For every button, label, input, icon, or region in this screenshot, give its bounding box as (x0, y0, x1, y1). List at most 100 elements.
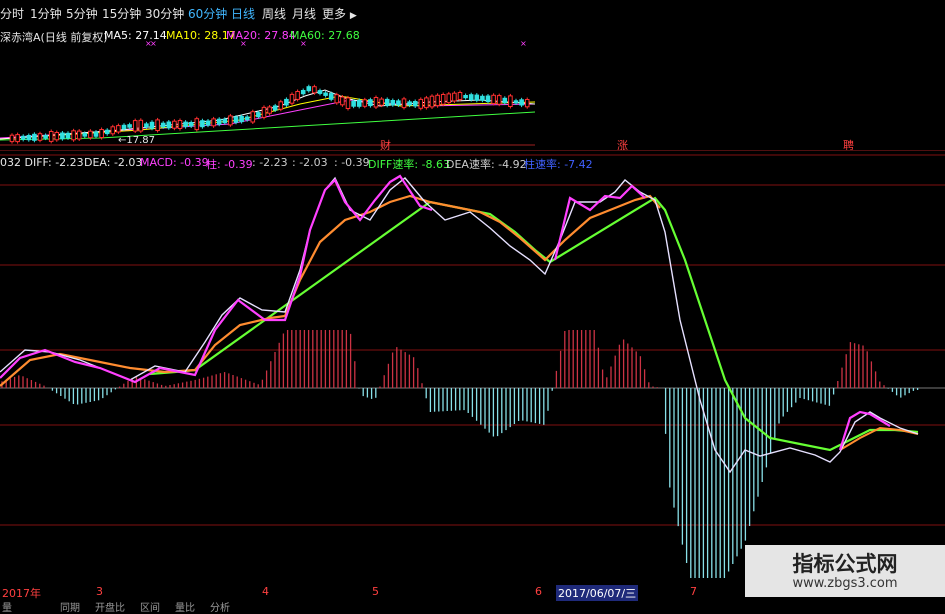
candle-body (76, 130, 82, 140)
period-toolbar: 分时 1分钟 5分钟 15分钟 30分钟 60分钟 日线 周线 月线 更多 ▶ (0, 0, 535, 26)
candle-body (121, 124, 127, 130)
tab-5min[interactable]: 5分钟 (66, 5, 98, 22)
kline-panel[interactable]: 深赤湾A(日线 前复权) MA5: 27.14 MA10: 28.17 MA20… (0, 26, 535, 146)
candle-body (256, 112, 261, 118)
candle-body (508, 95, 513, 108)
date-label-3: 3 (96, 585, 103, 598)
candle-body (239, 115, 244, 123)
candle-body (429, 95, 435, 108)
candle-body (278, 101, 284, 110)
macd-dea-label: DEA: -2.03 (84, 156, 143, 169)
candle-body (200, 120, 205, 128)
candle-body (155, 119, 160, 132)
candle-body (284, 98, 289, 106)
candle-body (457, 92, 463, 100)
tab-1min[interactable]: 1分钟 (30, 5, 62, 22)
candle-body (65, 132, 71, 139)
candle-body (524, 99, 530, 108)
tab-timeshare[interactable]: 分时 (0, 5, 24, 22)
tab-daily[interactable]: 日线 (231, 5, 255, 22)
candle-body (244, 116, 250, 121)
candle-body (345, 97, 351, 110)
watermark-url: www.zbgs3.com (792, 576, 898, 591)
event-x-marker: × (300, 39, 307, 48)
candle-body (362, 99, 368, 107)
candle-body (379, 98, 384, 106)
candle-body (272, 105, 278, 111)
candle-body (188, 122, 194, 127)
footer-tab-range[interactable]: 区间 (140, 599, 160, 614)
candle-body (20, 135, 26, 140)
candle-body (468, 94, 474, 101)
candle-body (48, 131, 54, 142)
candle-body (440, 94, 446, 105)
candle-body (177, 120, 183, 129)
diff-rate-label: DIFF速率: -8.63 (368, 158, 451, 171)
candle-body (144, 123, 149, 128)
candle-body (418, 98, 424, 109)
candle-body (104, 129, 110, 135)
event-x-marker: × (240, 39, 247, 48)
candle-body (340, 96, 345, 106)
candle-body (300, 90, 306, 95)
candle-body (166, 121, 172, 129)
candle-body (132, 120, 138, 132)
candle-body (54, 132, 60, 141)
candle-body (351, 100, 356, 107)
candle-body (43, 134, 48, 139)
tab-60min[interactable]: 60分钟 (188, 5, 227, 22)
candle-body (116, 125, 121, 133)
footer-tab-analysis[interactable]: 分析 (210, 599, 230, 614)
footer-tab-same-period[interactable]: 同期 (60, 599, 80, 614)
macd-chart[interactable] (0, 150, 945, 590)
cursor-date-label: 2017/06/07/三 (556, 585, 639, 601)
more-button[interactable]: 更多 ▶ (322, 5, 357, 22)
candle-body (480, 95, 485, 101)
diff-line-pink (553, 184, 646, 261)
tab-30min[interactable]: 30分钟 (145, 5, 184, 22)
candle-body (485, 95, 491, 102)
bar-rate-label: 柱速率: -7.42 (524, 158, 593, 171)
candle-body (317, 90, 323, 94)
candle-body (222, 118, 228, 124)
candle-body (60, 132, 65, 140)
candle-body (110, 126, 116, 135)
date-label-6: 6 (535, 585, 542, 598)
tab-monthly[interactable]: 月线 (292, 5, 316, 22)
candle-body (99, 129, 104, 138)
candle-body (412, 101, 418, 107)
watermark-title: 指标公式网 (792, 552, 898, 576)
macd-diff-label: 032 DIFF: -2.23 (0, 156, 84, 169)
candle-body (356, 99, 362, 107)
candle-body (37, 133, 43, 141)
candle-body (289, 93, 295, 104)
macd-extra-1: : -2.23 (252, 156, 288, 169)
macd-bar-label: 柱: -0.39 (206, 158, 253, 171)
candle-body (127, 124, 132, 128)
tab-15min[interactable]: 15分钟 (102, 5, 141, 22)
candle-body (205, 120, 211, 126)
candle-body (32, 133, 37, 141)
candle-body (368, 99, 373, 107)
candle-body (138, 119, 144, 132)
site-watermark: 指标公式网 www.zbgs3.com (745, 545, 945, 597)
candle-body (491, 94, 496, 105)
candle-body (502, 97, 508, 104)
footer-tab-vol[interactable]: 量 (2, 599, 12, 614)
candle-body (216, 118, 222, 125)
candle-body (295, 91, 300, 100)
candle-body (384, 98, 390, 106)
candle-body (452, 92, 457, 102)
candle-body (446, 93, 452, 104)
footer-tab-open-ratio[interactable]: 开盘比 (95, 599, 125, 614)
candle-body (88, 130, 93, 139)
tab-weekly[interactable]: 周线 (262, 5, 286, 22)
chevron-right-icon: ▶ (349, 11, 357, 21)
candle-body (233, 116, 239, 123)
footer-tab-vol-ratio[interactable]: 量比 (175, 599, 195, 614)
candle-body (323, 92, 328, 96)
candle-body (306, 86, 312, 92)
candle-body (93, 131, 99, 137)
candle-body (312, 86, 317, 94)
candle-body (396, 100, 401, 106)
